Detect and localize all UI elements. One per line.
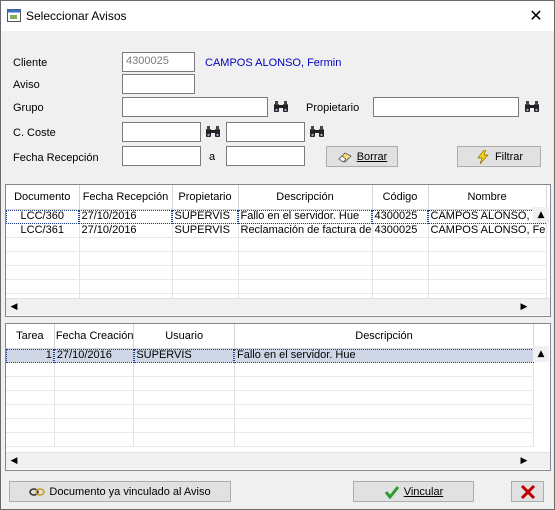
empty-row: [6, 418, 535, 433]
table-row[interactable]: LCC/360 27/10/2016 SUPERVIS Fallo en el …: [6, 209, 547, 224]
select-avisos-window: Seleccionar Avisos ✕ Cliente 4300025 CAM…: [0, 0, 555, 510]
column-header-propietario[interactable]: Propietario: [172, 185, 239, 210]
fecha-from-field[interactable]: [122, 146, 201, 166]
empty-row: [6, 404, 535, 419]
cliente-name: CAMPOS ALONSO, Fermin: [205, 57, 342, 69]
borrar-button[interactable]: Borrar: [326, 146, 398, 167]
fecha-cell[interactable]: 27/10/2016: [79, 209, 173, 224]
documento-cell[interactable]: LCC/361: [6, 223, 80, 238]
lightning-icon: [477, 149, 489, 164]
propietario-cell[interactable]: SUPERVIS: [172, 209, 239, 224]
scroll-up-icon[interactable]: ▲: [533, 207, 549, 223]
fecha-recepcion-label: Fecha Recepción: [13, 152, 99, 164]
scroll-up-icon[interactable]: ▲: [533, 346, 549, 362]
vincular-label: Vincular: [403, 485, 444, 498]
cancel-button[interactable]: [511, 481, 544, 502]
usuario-cell[interactable]: SUPERVIS: [133, 348, 235, 363]
column-header-tarea[interactable]: Tarea: [6, 324, 55, 349]
tareas-grid: Tarea Fecha Creación Usuario Descripción…: [5, 323, 551, 471]
column-header-descripcion[interactable]: Descripción: [234, 324, 535, 349]
propietario-cell[interactable]: SUPERVIS: [172, 223, 239, 238]
fecha-range-separator: a: [209, 151, 216, 163]
binoculars-icon[interactable]: [273, 100, 289, 114]
binoculars-icon[interactable]: [524, 100, 540, 114]
column-header-descripcion[interactable]: Descripción: [238, 185, 373, 210]
aviso-label: Aviso: [13, 79, 40, 91]
column-header-usuario[interactable]: Usuario: [133, 324, 235, 349]
horizontal-scrollbar[interactable]: ◀ ▶: [6, 298, 550, 315]
window-title: Seleccionar Avisos: [26, 9, 127, 23]
documento-cell[interactable]: LCC/360: [6, 209, 80, 224]
close-window-button[interactable]: ✕: [521, 3, 551, 29]
codigo-cell[interactable]: 4300025: [372, 209, 429, 224]
scroll-right-icon[interactable]: ▶: [516, 299, 532, 315]
empty-row: [6, 376, 535, 391]
checkmark-icon: [384, 485, 399, 499]
avisos-grid: Documento Fecha Recepción Propietario De…: [5, 184, 551, 317]
tarea-cell[interactable]: 1: [6, 348, 55, 363]
horizontal-scrollbar[interactable]: ◀ ▶: [6, 452, 550, 469]
binoculars-icon[interactable]: [205, 125, 221, 139]
column-header-fecha-recepcion[interactable]: Fecha Recepción: [79, 185, 173, 210]
codigo-cell[interactable]: 4300025: [372, 223, 429, 238]
propietario-label: Propietario: [306, 102, 360, 114]
empty-row: [6, 390, 535, 405]
empty-row: [6, 251, 547, 266]
empty-row: [6, 265, 547, 280]
vertical-scrollbar[interactable]: ▲: [533, 207, 549, 223]
grupo-field[interactable]: [122, 97, 268, 117]
empty-row: [6, 237, 547, 252]
cliente-code-field[interactable]: 4300025: [122, 52, 195, 72]
tareas-table: Tarea Fecha Creación Usuario Descripción…: [6, 324, 535, 447]
filtrar-button[interactable]: Filtrar: [457, 146, 541, 167]
column-header-fecha-creacion[interactable]: Fecha Creación: [54, 324, 135, 349]
descripcion-cell[interactable]: Reclamación de factura de: [238, 223, 373, 238]
fecha-to-field[interactable]: [226, 146, 305, 166]
link-icon: [29, 487, 46, 496]
aviso-field[interactable]: [122, 74, 195, 94]
table-row[interactable]: 1 27/10/2016 SUPERVIS Fallo en el servid…: [6, 348, 535, 363]
coste-from-field[interactable]: [122, 122, 201, 142]
vertical-scrollbar[interactable]: ▲: [533, 346, 549, 362]
column-header-nombre[interactable]: Nombre: [428, 185, 547, 210]
binoculars-icon[interactable]: [309, 125, 325, 139]
fecha-cell[interactable]: 27/10/2016: [79, 223, 173, 238]
scroll-left-icon[interactable]: ◀: [6, 299, 22, 315]
empty-row: [6, 362, 535, 377]
eraser-icon: [338, 152, 352, 163]
vincular-button[interactable]: Vincular: [353, 481, 474, 502]
app-window-icon: [7, 9, 21, 22]
coste-to-field[interactable]: [226, 122, 305, 142]
documento-vinculado-label: Documento ya vinculado al Aviso: [49, 485, 211, 498]
coste-label: C. Coste: [13, 127, 56, 139]
close-icon: ✕: [529, 6, 543, 25]
scroll-right-icon[interactable]: ▶: [516, 453, 532, 469]
descripcion-cell[interactable]: Fallo en el servidor. Hue: [238, 209, 373, 224]
empty-row: [6, 279, 547, 294]
table-row[interactable]: LCC/361 27/10/2016 SUPERVIS Reclamación …: [6, 223, 547, 238]
scroll-left-icon[interactable]: ◀: [6, 453, 22, 469]
nombre-cell[interactable]: CAMPOS ALONSO, Fe: [428, 209, 547, 224]
documento-vinculado-button[interactable]: Documento ya vinculado al Aviso: [9, 481, 231, 502]
borrar-label: Borrar: [356, 150, 388, 163]
fecha-creacion-cell[interactable]: 27/10/2016: [54, 348, 135, 363]
nombre-cell[interactable]: CAMPOS ALONSO, Fe: [428, 223, 547, 238]
grupo-label: Grupo: [13, 102, 44, 114]
column-header-documento[interactable]: Documento: [6, 185, 80, 210]
title-bar: Seleccionar Avisos ✕: [1, 1, 554, 31]
filtrar-label: Filtrar: [494, 150, 524, 163]
close-icon: [520, 484, 535, 499]
propietario-field[interactable]: [373, 97, 519, 117]
descripcion-cell[interactable]: Fallo en el servidor. Hue: [234, 348, 535, 363]
avisos-table: Documento Fecha Recepción Propietario De…: [6, 185, 547, 308]
column-header-codigo[interactable]: Código: [372, 185, 429, 210]
cliente-label: Cliente: [13, 57, 48, 69]
empty-row: [6, 432, 535, 447]
